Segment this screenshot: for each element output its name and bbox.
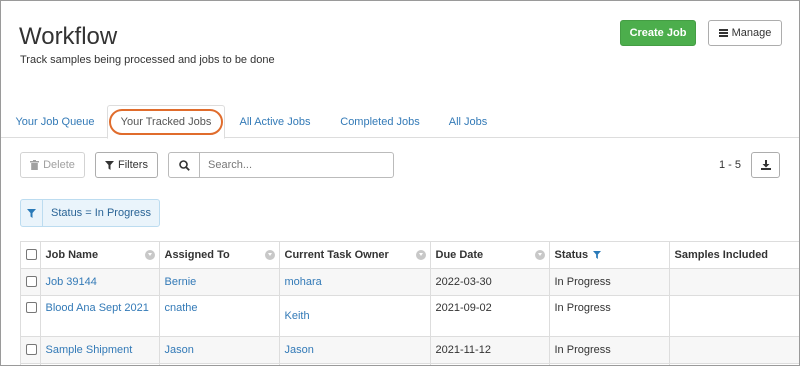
filter-icon xyxy=(105,160,115,170)
export-button[interactable] xyxy=(751,152,780,178)
tab-label: All Active Jobs xyxy=(239,115,311,128)
search-button[interactable] xyxy=(168,152,200,178)
job-name-cell: Job 39144 xyxy=(40,268,160,296)
manage-button[interactable]: Manage xyxy=(708,20,782,46)
column-header-status[interactable]: Status xyxy=(549,242,670,269)
active-filter-label: Status = In Progress xyxy=(51,207,151,219)
column-header-samples-included[interactable]: Samples Included xyxy=(669,242,799,269)
tab-completed-jobs[interactable]: Completed Jobs xyxy=(331,105,429,138)
header-row: Job Name Assigned To Current Task Owner … xyxy=(21,242,799,269)
table-row: Job 39144 Bernie mohara 2022-03-30 In Pr… xyxy=(21,268,799,296)
filter-icon xyxy=(593,250,602,259)
tab-your-tracked-jobs[interactable]: Your Tracked Jobs xyxy=(107,105,225,139)
status-cell: In Progress xyxy=(549,336,670,364)
user-link[interactable]: Bernie xyxy=(165,276,197,288)
samples-cell xyxy=(669,336,799,364)
table-row: Blood Ana Sept 2021 cnathe Keith 2021-09… xyxy=(21,295,799,337)
task-owner-cell: mohara xyxy=(279,268,431,296)
column-header-label: Job Name xyxy=(45,248,99,261)
status-cell: In Progress xyxy=(549,295,670,337)
column-menu-icon[interactable] xyxy=(144,250,155,260)
status-cell: In Progress xyxy=(549,268,670,296)
column-header-label: Status xyxy=(554,248,589,261)
assigned-to-cell: Bernie xyxy=(159,268,280,296)
tab-label: All Jobs xyxy=(448,115,488,128)
pagination-count: 1 - 5 xyxy=(719,159,742,171)
search-icon xyxy=(178,159,190,171)
user-link[interactable]: Jason xyxy=(165,344,194,356)
manage-label: Manage xyxy=(731,27,772,39)
delete-button[interactable]: Delete xyxy=(20,152,85,178)
trash-icon xyxy=(30,160,40,170)
select-all-header xyxy=(21,242,41,269)
create-job-button[interactable]: Create Job xyxy=(620,20,696,46)
filter-icon xyxy=(21,200,43,226)
user-link[interactable]: Jason xyxy=(285,344,314,356)
column-header-due-date[interactable]: Due Date xyxy=(430,242,550,269)
job-link[interactable]: Sample Shipment xyxy=(46,344,133,356)
select-all-checkbox[interactable] xyxy=(26,249,37,261)
page-subtitle: Track samples being processed and jobs t… xyxy=(20,54,275,66)
download-icon xyxy=(760,160,771,170)
column-header-label: Assigned To xyxy=(164,248,230,261)
filters-label: Filters xyxy=(118,159,148,171)
delete-label: Delete xyxy=(43,159,75,171)
job-link[interactable]: Blood Ana Sept 2021 xyxy=(46,302,149,314)
due-date-cell: 2021-11-12 xyxy=(430,336,550,364)
tab-label: Your Job Queue xyxy=(15,115,95,128)
row-select-cell xyxy=(21,295,41,337)
create-job-label: Create Job xyxy=(629,27,687,39)
column-menu-icon[interactable] xyxy=(534,250,545,260)
task-owner-cell: Keith xyxy=(279,295,431,337)
page-title: Workflow xyxy=(19,23,118,50)
column-header-current-task-owner[interactable]: Current Task Owner xyxy=(279,242,431,269)
tab-bar: Your Job Queue Your Tracked Jobs All Act… xyxy=(1,105,799,139)
job-name-cell: Blood Ana Sept 2021 xyxy=(40,295,160,337)
job-link[interactable]: Job 39144 xyxy=(46,276,97,288)
row-checkbox[interactable] xyxy=(26,276,37,288)
row-checkbox[interactable] xyxy=(26,302,37,314)
column-header-label: Due Date xyxy=(435,248,484,261)
bars-icon xyxy=(718,29,728,37)
row-select-cell xyxy=(21,268,41,296)
samples-cell xyxy=(669,268,799,296)
tab-label: Your Tracked Jobs xyxy=(120,116,212,128)
jobs-table: Job Name Assigned To Current Task Owner … xyxy=(21,242,799,365)
workflow-page: Workflow Track samples being processed a… xyxy=(0,0,800,366)
tab-label: Completed Jobs xyxy=(340,115,420,128)
column-header-label: Current Task Owner xyxy=(284,248,389,261)
column-header-job-name[interactable]: Job Name xyxy=(40,242,160,269)
search-input[interactable] xyxy=(199,152,394,178)
due-date-cell: 2022-03-30 xyxy=(430,268,550,296)
user-link[interactable]: cnathe xyxy=(165,302,198,314)
column-menu-icon[interactable] xyxy=(264,250,275,260)
job-name-cell: Sample Shipment xyxy=(40,336,160,364)
due-date-cell: 2021-09-02 xyxy=(430,295,550,337)
tab-your-job-queue[interactable]: Your Job Queue xyxy=(9,105,101,138)
jobs-grid: Job Name Assigned To Current Task Owner … xyxy=(20,241,799,365)
filters-button[interactable]: Filters xyxy=(95,152,158,178)
column-header-assigned-to[interactable]: Assigned To xyxy=(159,242,280,269)
tab-all-active-jobs[interactable]: All Active Jobs xyxy=(231,105,319,138)
task-owner-cell: Jason xyxy=(279,336,431,364)
row-checkbox[interactable] xyxy=(26,344,37,356)
table-row: Sample Shipment Jason Jason 2021-11-12 I… xyxy=(21,336,799,364)
user-link[interactable]: mohara xyxy=(285,276,322,288)
user-link[interactable]: Keith xyxy=(285,310,310,322)
assigned-to-cell: Jason xyxy=(159,336,280,364)
active-filter-chip[interactable]: Status = In Progress xyxy=(20,199,160,227)
tab-all-jobs[interactable]: All Jobs xyxy=(439,105,497,138)
column-header-label: Samples Included xyxy=(674,248,769,261)
assigned-to-cell: cnathe xyxy=(159,295,280,337)
samples-cell xyxy=(669,295,799,337)
row-select-cell xyxy=(21,336,41,364)
column-menu-icon[interactable] xyxy=(415,250,426,260)
